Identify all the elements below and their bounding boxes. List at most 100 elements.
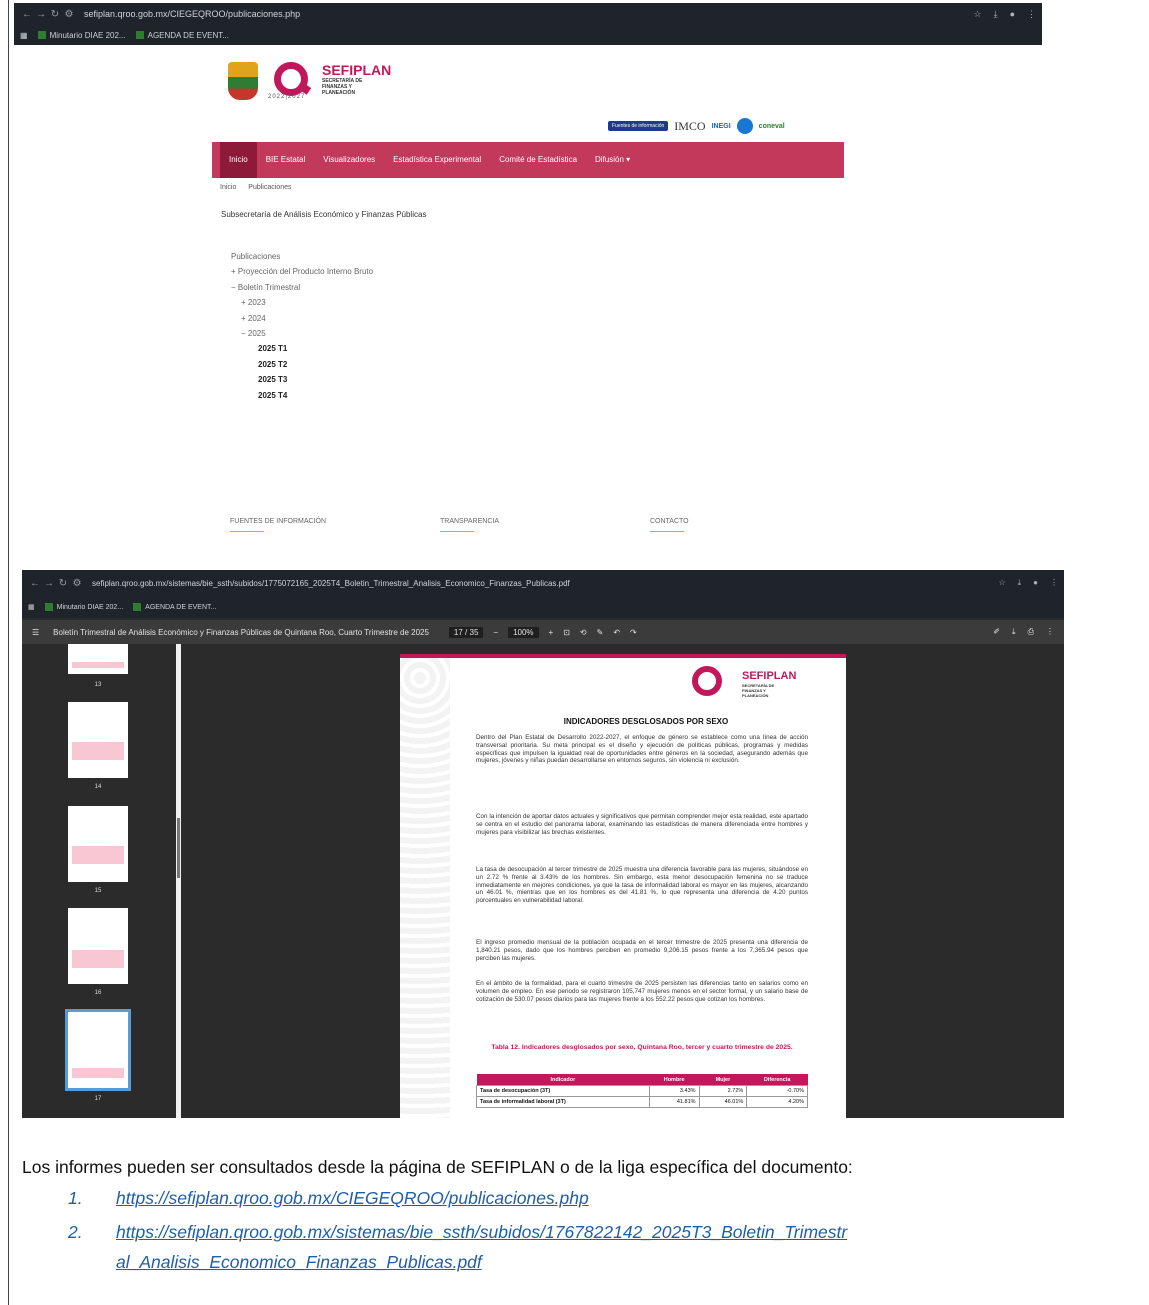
forward-icon[interactable]: → — [42, 578, 56, 589]
globe-icon[interactable] — [736, 118, 753, 134]
apps-icon[interactable]: ▦ — [28, 603, 35, 611]
thumbnail-label: 17 — [94, 1096, 102, 1102]
doc-paragraph-5: En el ámbito de la formalidad, para el c… — [476, 980, 808, 1003]
reload-icon[interactable]: ↻ — [56, 578, 70, 589]
tree-pib[interactable]: + Proyección del Producto Interno Bruto — [231, 264, 373, 279]
zoom-level[interactable]: 100% — [508, 626, 539, 638]
thumbnail-sidebar: 13 14 15 16 17 — [22, 644, 182, 1118]
menu-icon[interactable]: ⋮ — [1050, 578, 1058, 588]
hamburger-icon[interactable]: ☰ — [32, 628, 39, 637]
nav-inicio[interactable]: Inicio — [220, 142, 257, 178]
bookmark-icon — [44, 603, 53, 611]
annotation-icon[interactable]: ✐ — [993, 627, 1000, 637]
table-cell: 2.72% — [698, 1085, 748, 1097]
tree-2025-t4[interactable]: 2025 T4 — [231, 388, 373, 403]
address-bar[interactable]: sefiplan.qroo.gob.mx/sistemas/bie_ssth/s… — [92, 579, 570, 588]
site-info-icon[interactable]: ⚙ — [62, 9, 76, 20]
breadcrumb: Inicio Publicaciones — [220, 184, 302, 191]
indicators-table: Indicador Hombre Mujer Diferencia Tasa d… — [476, 1074, 808, 1108]
coneval-logo[interactable]: coneval — [759, 123, 785, 130]
thumbnail-page[interactable] — [68, 908, 128, 984]
tree-boletin[interactable]: − Boletín Trimestral — [231, 280, 373, 295]
link-pdf-part1[interactable]: https://sefiplan.qroo.gob.mx/sistemas/bi… — [116, 1220, 847, 1244]
table-cell: -0.70% — [746, 1085, 808, 1097]
redo-icon[interactable]: ↷ — [630, 628, 637, 637]
tree-2024[interactable]: + 2024 — [231, 311, 373, 326]
nav-comite[interactable]: Comité de Estadística — [490, 142, 586, 178]
table-caption: Tabla 12. Indicadores desglosados por se… — [491, 1044, 793, 1051]
zoom-in-icon[interactable]: + — [549, 628, 554, 637]
thumbnail-scrollbar[interactable] — [176, 644, 181, 1118]
footer-fuentes[interactable]: FUENTES DE INFORMACIÓN — [230, 518, 326, 525]
thumbnail-page[interactable] — [68, 644, 128, 674]
zoom-out-icon[interactable]: − — [493, 628, 498, 637]
thumbnail-page-selected[interactable] — [65, 1009, 131, 1091]
star-icon[interactable]: ☆ — [998, 578, 1005, 588]
bookmark-agenda[interactable]: AGENDA DE EVENT... — [133, 603, 216, 611]
brand-name: SEFIPLAN — [322, 62, 392, 78]
nav-difusion[interactable]: Difusión ▾ — [586, 142, 639, 178]
footer-contacto[interactable]: CONTACTO — [650, 518, 689, 525]
more-icon[interactable]: ⋮ — [1046, 627, 1054, 637]
imco-logo[interactable]: IMCO — [674, 119, 705, 134]
bookmark-agenda[interactable]: AGENDA DE EVENT... — [135, 31, 229, 40]
footer-transparencia[interactable]: TRANSPARENCIA — [440, 518, 499, 525]
site-info-icon[interactable]: ⚙ — [70, 578, 84, 589]
table-cell: Tasa de informalidad laboral (3T) — [476, 1096, 650, 1108]
tree-2025-t3[interactable]: 2025 T3 — [231, 372, 373, 387]
nav-visualizadores[interactable]: Visualizadores — [314, 142, 384, 178]
undo-icon[interactable]: ↶ — [613, 628, 620, 637]
doc-paragraph-1: Dentro del Plan Estatal de Desarrollo 20… — [476, 734, 808, 765]
table-row: Tasa de informalidad laboral (3T) 41.81%… — [476, 1096, 808, 1108]
rotate-icon[interactable]: ⟲ — [580, 628, 587, 637]
tree-2025-t1[interactable]: 2025 T1 — [231, 341, 373, 356]
link-pdf-part2[interactable]: al_Analisis_Economico_Finanzas_Publicas.… — [116, 1250, 482, 1274]
table-header-row: Indicador Hombre Mujer Diferencia — [476, 1074, 808, 1086]
table-header: Mujer — [699, 1074, 747, 1086]
thumbnail-page[interactable] — [68, 702, 128, 778]
page-indicator[interactable]: 17 / 35 — [448, 626, 484, 638]
back-icon[interactable]: ← — [20, 9, 34, 20]
tree-2023[interactable]: + 2023 — [231, 295, 373, 310]
tree-2025-t2[interactable]: 2025 T2 — [231, 357, 373, 372]
doc-paragraph-2: Con la intención de aportar datos actual… — [476, 813, 808, 836]
inegi-logo[interactable]: INEGI — [712, 123, 731, 130]
bookmark-minutario[interactable]: Minutario DIAE 202... — [44, 603, 123, 611]
download-icon[interactable]: ⤓ — [1018, 578, 1022, 588]
tree-2025[interactable]: − 2025 — [231, 326, 373, 341]
star-icon[interactable]: ☆ — [974, 9, 982, 20]
address-bar[interactable]: sefiplan.qroo.gob.mx/CIEGEQROO/publicaci… — [84, 9, 300, 19]
table-header: Indicador — [476, 1074, 650, 1086]
back-icon[interactable]: ← — [28, 578, 42, 589]
bookmark-minutario[interactable]: Minutario DIAE 202... — [37, 31, 126, 40]
brand-subtitle: SECRETARÍA DE FINANZAS Y PLANEACIÓN — [322, 78, 363, 96]
print-icon[interactable]: ⎙ — [1028, 627, 1034, 637]
footer-underline — [440, 531, 474, 532]
page-title: Subsecretaría de Análisis Económico y Fi… — [221, 210, 427, 219]
annotate-icon[interactable]: ✎ — [597, 628, 604, 637]
footer-underline — [650, 531, 684, 532]
profile-icon[interactable]: ● — [1010, 9, 1015, 20]
link-publicaciones[interactable]: https://sefiplan.qroo.gob.mx/CIEGEQROO/p… — [116, 1186, 589, 1210]
table-cell: 4.20% — [746, 1096, 808, 1108]
profile-icon[interactable]: ● — [1033, 578, 1038, 588]
scrollbar-thumb[interactable] — [177, 818, 180, 878]
logo-years: 2022|2027 — [268, 94, 306, 100]
table-cell: 3.43% — [648, 1085, 700, 1097]
table-cell: Tasa de desocupación (3T) — [476, 1085, 650, 1097]
thumbnail-page[interactable] — [68, 806, 128, 882]
apps-icon[interactable]: ▦ — [20, 31, 28, 40]
menu-icon[interactable]: ⋮ — [1027, 9, 1036, 20]
forward-icon[interactable]: → — [34, 9, 48, 20]
breadcrumb-inicio[interactable]: Inicio — [220, 184, 236, 191]
table-header: Diferencia — [746, 1074, 808, 1086]
reload-icon[interactable]: ↻ — [48, 9, 62, 20]
doc-paragraph-3: La tasa de desocupación al tercer trimes… — [476, 866, 808, 905]
fit-page-icon[interactable]: ⊡ — [563, 628, 570, 637]
pdf-download-icon[interactable]: ⤓ — [1012, 627, 1016, 637]
fuentes-badge[interactable]: Fuentes de información — [608, 121, 669, 131]
nav-bie-estatal[interactable]: BIE Estatal — [257, 142, 315, 178]
pdf-browser-window: ← → ↻ ⚙ sefiplan.qroo.gob.mx/sistemas/bi… — [22, 570, 1064, 1118]
download-icon[interactable]: ⤓ — [994, 9, 998, 20]
nav-estadistica-experimental[interactable]: Estadística Experimental — [384, 142, 490, 178]
